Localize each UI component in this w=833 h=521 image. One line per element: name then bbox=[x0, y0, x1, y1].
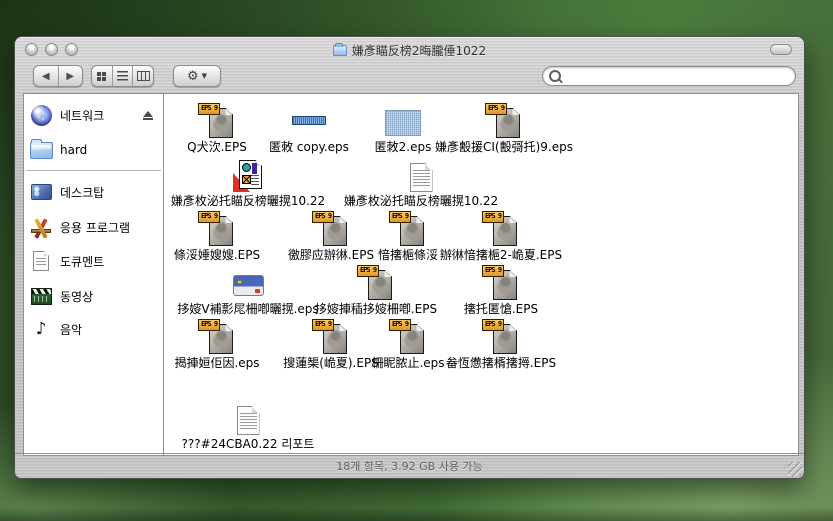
file-name: ???#24CBA0.22 리포트 bbox=[182, 438, 315, 451]
documents-icon bbox=[33, 251, 49, 271]
eps-preview-icon: EPS 9 bbox=[485, 103, 523, 138]
action-menu-button[interactable]: ⚙ ▼ bbox=[173, 65, 221, 87]
eps-preview-icon: EPS 9 bbox=[482, 211, 520, 246]
chevron-down-icon: ▼ bbox=[202, 72, 207, 80]
file-item[interactable]: EPS 9 嫌彥毄援CI(毄彁托)9.eps bbox=[404, 102, 604, 154]
eps9-badge: EPS 9 bbox=[482, 265, 504, 277]
file-name: 畚恆憊撦楈撦㩊.EPS bbox=[446, 357, 556, 370]
music-icon: ♪ bbox=[36, 321, 47, 338]
eps9-badge: EPS 9 bbox=[198, 211, 220, 223]
finder-window: 嫌彥瞄反榜2晦朧倕1022 ◀ ▶ ⚙ ▼ 네트워크 bbox=[14, 36, 805, 479]
eps9-badge: EPS 9 bbox=[485, 103, 507, 115]
file-item[interactable]: ???#24CBA0.22 리포트 bbox=[163, 399, 348, 451]
view-mode-segmented-control bbox=[91, 65, 154, 87]
sidebar-item-applications[interactable]: 응용 프로그램 bbox=[28, 212, 161, 242]
eps9-badge: EPS 9 bbox=[482, 211, 504, 223]
sidebar-item-label: 음악 bbox=[60, 321, 82, 338]
applications-icon bbox=[30, 218, 52, 237]
folder-icon bbox=[333, 45, 347, 56]
desktop-icon bbox=[31, 184, 52, 200]
file-name: 撦托匿愴.EPS bbox=[464, 303, 538, 316]
sidebar-item-documents[interactable]: 도큐멘트 bbox=[28, 246, 161, 276]
eps9-badge: EPS 9 bbox=[198, 319, 220, 331]
file-item[interactable]: 嫌彥枚泌托瞄反榜曬㨪10.22 bbox=[321, 156, 521, 208]
text-document-icon bbox=[237, 406, 260, 435]
close-button[interactable] bbox=[25, 43, 38, 56]
file-name: 辦㣩愔撦梔2-峗夏.EPS bbox=[440, 249, 562, 262]
icon-view-icon bbox=[97, 72, 106, 81]
file-name: 嫌彥毄援CI(毄彁托)9.eps bbox=[435, 141, 573, 154]
eps9-badge: EPS 9 bbox=[482, 319, 504, 331]
window-title: 嫌彥瞄反榜2晦朧倕1022 bbox=[352, 42, 486, 59]
status-bar: 18개 항목, 3.92 GB 사용 가능 bbox=[15, 453, 804, 478]
file-item[interactable]: EPS 9 辦㣩愔撦梔2-峗夏.EPS bbox=[401, 210, 601, 262]
file-name: 嫌彥枚泌托瞄反榜曬㨪10.22 bbox=[344, 195, 498, 208]
eps-preview-icon: EPS 9 bbox=[357, 265, 395, 300]
back-button[interactable]: ◀ bbox=[34, 66, 59, 86]
app-document-icon bbox=[233, 160, 263, 192]
eps-preview-icon: EPS 9 bbox=[482, 319, 520, 354]
network-globe-icon bbox=[31, 105, 52, 126]
sidebar-item-label: 응용 프로그램 bbox=[60, 219, 130, 236]
sidebar-divider bbox=[26, 170, 161, 171]
eject-button[interactable] bbox=[143, 111, 153, 120]
toolbar: ◀ ▶ ⚙ ▼ bbox=[15, 63, 804, 93]
column-view-icon bbox=[137, 71, 150, 81]
sidebar: 네트워크 hard 데스크탑 응용 프로그램 도큐멘트 동 bbox=[23, 93, 163, 456]
sidebar-item-desktop[interactable]: 데스크탑 bbox=[28, 177, 161, 207]
resize-grip[interactable] bbox=[788, 462, 803, 477]
toolbar-toggle-button[interactable] bbox=[770, 44, 792, 55]
movies-icon bbox=[31, 288, 52, 305]
file-name: 嫌彥枚泌托瞄反榜曬㨪10.22 bbox=[171, 195, 325, 208]
sidebar-item-movies[interactable]: 동영상 bbox=[28, 281, 161, 311]
search-icon bbox=[549, 70, 561, 82]
sidebar-item-label: 네트워크 bbox=[60, 107, 104, 124]
back-arrow-icon: ◀ bbox=[42, 71, 50, 82]
window-body: 네트워크 hard 데스크탑 응용 프로그램 도큐멘트 동 bbox=[15, 93, 804, 456]
sidebar-item-label: 도큐멘트 bbox=[60, 253, 104, 270]
file-item[interactable]: EPS 9 畚恆憊撦楈撦㩊.EPS bbox=[401, 318, 601, 370]
sidebar-item-label: 데스크탑 bbox=[60, 184, 104, 201]
search-field[interactable] bbox=[542, 66, 796, 86]
status-text: 18개 항목, 3.92 GB 사용 가능 bbox=[336, 458, 482, 474]
sidebar-item-music[interactable]: ♪ 음악 bbox=[28, 314, 161, 344]
forward-arrow-icon: ▶ bbox=[66, 71, 74, 82]
file-browser-content: EPS 9 Q犬㳄.EPS 匿敇 copy.eps 匿敇2.eps EPS 9 … bbox=[163, 93, 799, 456]
eps-preview-icon: EPS 9 bbox=[482, 265, 520, 300]
folder-icon bbox=[30, 142, 53, 159]
eps9-badge: EPS 9 bbox=[357, 265, 379, 277]
card-icon bbox=[233, 275, 264, 296]
sidebar-item-label: hard bbox=[60, 143, 87, 157]
list-view-icon bbox=[117, 71, 128, 81]
icon-view-button[interactable] bbox=[92, 66, 112, 86]
title-bar[interactable]: 嫌彥瞄反榜2晦朧倕1022 bbox=[15, 37, 804, 63]
forward-button[interactable]: ▶ bbox=[59, 66, 83, 86]
zoom-button[interactable] bbox=[65, 43, 78, 56]
gear-icon: ⚙ bbox=[187, 69, 199, 84]
sidebar-item-network[interactable]: 네트워크 bbox=[28, 100, 161, 130]
eject-icon bbox=[143, 111, 153, 117]
sidebar-item-label: 동영상 bbox=[60, 288, 93, 305]
minimize-button[interactable] bbox=[45, 43, 58, 56]
text-document-icon bbox=[410, 163, 433, 192]
nav-buttons: ◀ ▶ bbox=[33, 65, 83, 87]
sidebar-item-hard[interactable]: hard bbox=[28, 135, 161, 165]
search-input[interactable] bbox=[565, 67, 789, 85]
file-item[interactable]: EPS 9 撦托匿愴.EPS bbox=[401, 264, 601, 316]
column-view-button[interactable] bbox=[132, 66, 153, 86]
list-view-button[interactable] bbox=[112, 66, 133, 86]
